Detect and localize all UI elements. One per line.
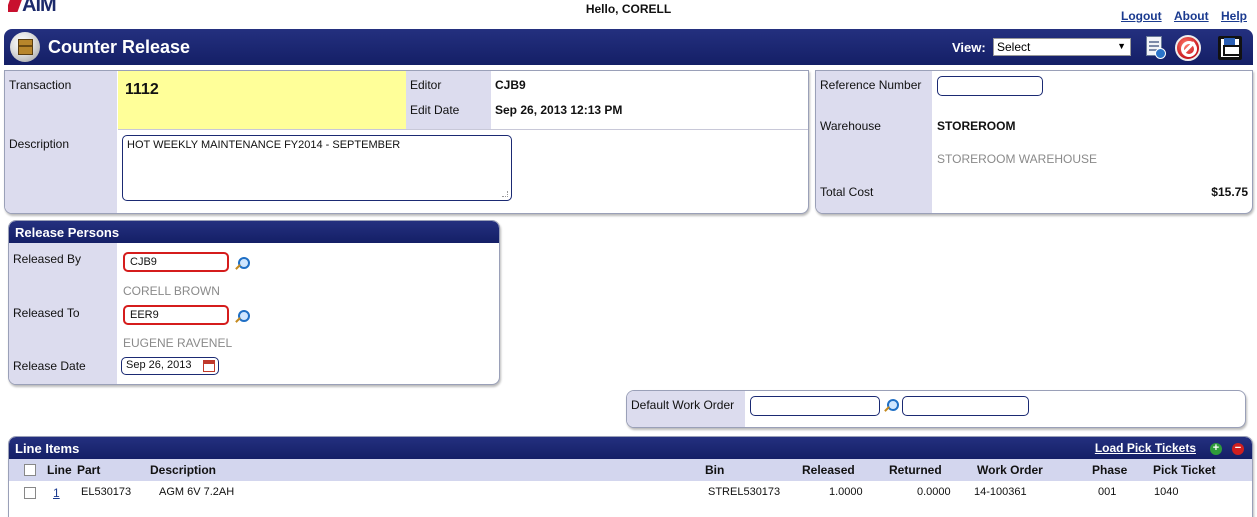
help-link[interactable]: Help <box>1221 9 1247 23</box>
edit-date-label: Edit Date <box>410 103 460 117</box>
col-work-order: Work Order <box>977 463 1043 477</box>
transaction-highlight <box>118 71 406 129</box>
reference-number-label: Reference Number <box>820 78 922 92</box>
total-cost-value: $15.75 <box>1211 185 1248 199</box>
col-part: Part <box>77 463 101 477</box>
warehouse-description: STOREROOM WAREHOUSE <box>937 152 1098 166</box>
chevron-down-icon: ▼ <box>1117 41 1126 51</box>
greeting: Hello, CORELL <box>585 2 672 16</box>
default-work-order-panel: Default Work Order <box>626 390 1246 428</box>
editor-value: CJB9 <box>495 78 526 92</box>
col-bin: Bin <box>705 463 725 477</box>
row-phase: 001 <box>1098 486 1117 498</box>
save-icon[interactable] <box>1216 33 1242 61</box>
release-date-value: Sep 26, 2013 <box>126 359 192 371</box>
title-bar: Counter Release View: Select ▼ <box>4 29 1253 65</box>
description-text: HOT WEEKLY MAINTENANCE FY2014 - SEPTEMBE… <box>127 139 401 151</box>
reference-panel: Reference Number Warehouse STOREROOM STO… <box>815 70 1253 214</box>
view-select-value: Select <box>997 40 1031 54</box>
description-textarea[interactable]: HOT WEEKLY MAINTENANCE FY2014 - SEPTEMBE… <box>122 135 512 201</box>
col-returned: Returned <box>889 463 942 477</box>
release-date-label: Release Date <box>13 359 86 373</box>
add-icon[interactable]: + <box>1210 443 1222 455</box>
reference-number-input[interactable] <box>937 76 1043 96</box>
row-released: 1.0000 <box>829 486 863 498</box>
released-to-input[interactable]: EER9 <box>123 305 229 325</box>
resize-handle[interactable] <box>502 191 508 197</box>
released-to-name: EUGENE RAVENEL <box>123 336 233 350</box>
released-by-label: Released By <box>13 252 82 266</box>
row-returned: 0.0000 <box>917 486 951 498</box>
load-pick-tickets-link[interactable]: Load Pick Tickets <box>1095 441 1196 455</box>
select-all-checkbox[interactable] <box>24 464 36 476</box>
released-by-name: CORELL BROWN <box>123 284 220 298</box>
edit-date-value: Sep 26, 2013 12:13 PM <box>495 103 623 117</box>
line-items-header: Line Items Load Pick Tickets + − <box>9 437 1252 459</box>
editor-label: Editor <box>410 78 442 92</box>
transaction-panel: Transaction 1112 Editor CJB9 Edit Date S… <box>4 70 809 214</box>
col-description: Description <box>150 463 217 477</box>
cancel-icon[interactable] <box>1174 33 1201 61</box>
page-title: Counter Release <box>48 37 191 57</box>
release-date-input[interactable]: Sep 26, 2013 <box>121 357 219 375</box>
line-items-panel: Line Items Load Pick Tickets + − Line Pa… <box>8 436 1253 517</box>
released-to-label: Released To <box>13 306 80 320</box>
row-bin: STREL530173 <box>708 486 781 498</box>
description-label: Description <box>9 137 70 151</box>
released-by-input[interactable]: CJB9 <box>123 252 229 272</box>
about-link[interactable]: About <box>1174 9 1209 23</box>
top-links: Logout About Help <box>1112 9 1247 23</box>
row-part: EL530173 <box>81 486 132 498</box>
view-select[interactable]: Select ▼ <box>993 38 1131 56</box>
view-label: View: <box>952 40 986 55</box>
transaction-value: 1112 <box>125 81 159 98</box>
work-order-description-input[interactable] <box>902 396 1029 416</box>
line-items-title: Line Items <box>15 441 80 456</box>
calendar-icon[interactable] <box>203 360 215 372</box>
row-description: AGM 6V 7.2AH <box>159 486 235 498</box>
release-persons-header: Release Persons <box>9 221 499 243</box>
default-work-order-label: Default Work Order <box>631 398 735 412</box>
col-line: Line <box>47 463 72 477</box>
counter-release-box-icon <box>10 32 40 62</box>
released-by-lookup-icon[interactable] <box>234 257 250 271</box>
row-pick-ticket: 1040 <box>1154 486 1179 498</box>
col-released: Released <box>802 463 855 477</box>
row-work-order: 14-100361 <box>974 486 1027 498</box>
col-pick-ticket: Pick Ticket <box>1153 463 1216 477</box>
row-checkbox[interactable] <box>24 487 36 499</box>
line-items-column-header: Line Part Description Bin Released Retur… <box>9 459 1252 481</box>
col-phase: Phase <box>1092 463 1128 477</box>
released-to-lookup-icon[interactable] <box>234 310 250 324</box>
transaction-label: Transaction <box>9 78 72 92</box>
total-cost-label: Total Cost <box>820 185 874 199</box>
default-work-order-input[interactable] <box>750 396 880 416</box>
work-order-lookup-icon[interactable] <box>883 399 899 413</box>
warehouse-label: Warehouse <box>820 119 881 133</box>
release-persons-panel: Release Persons Released By CJB9 CORELL … <box>8 220 500 385</box>
warehouse-value: STOREROOM <box>937 119 1016 133</box>
table-row[interactable]: 1 EL530173 AGM 6V 7.2AH STREL530173 1.00… <box>9 481 1252 505</box>
remove-icon[interactable]: − <box>1232 443 1244 455</box>
document-info-icon[interactable] <box>1142 33 1168 61</box>
logout-link[interactable]: Logout <box>1121 9 1162 23</box>
row-line-link[interactable]: 1 <box>53 486 60 500</box>
